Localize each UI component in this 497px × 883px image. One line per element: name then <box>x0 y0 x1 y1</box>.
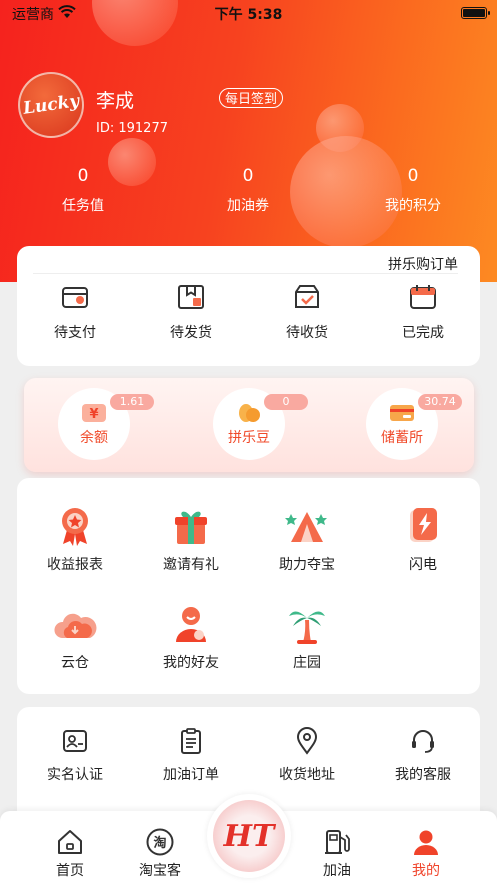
tool-label: 云仓 <box>61 655 89 671</box>
tab-label: 淘宝客 <box>139 863 181 879</box>
person-icon <box>414 830 438 855</box>
stat-value: 0 <box>77 166 89 186</box>
tool-invite-gift[interactable]: 邀请有礼 <box>133 504 249 574</box>
service-fuel-orders[interactable]: 加油订单 <box>133 727 249 784</box>
friends-icon <box>176 607 206 642</box>
clipboard-icon <box>181 728 201 754</box>
tool-label: 助力夺宝 <box>279 557 335 573</box>
tool-earnings-report[interactable]: 收益报表 <box>17 504 133 574</box>
stat-label: 我的积分 <box>385 198 441 214</box>
tab-fuel[interactable]: 加油 <box>297 827 377 880</box>
wallet-card-icon <box>62 287 88 308</box>
service-label: 加油订单 <box>163 767 219 783</box>
wallet-label: 余额 <box>80 430 108 446</box>
lightning-icon <box>410 508 437 542</box>
stat-label: 任务值 <box>62 198 104 214</box>
service-label: 收货地址 <box>279 767 335 783</box>
order-completed[interactable]: 已完成 <box>365 282 481 342</box>
tool-my-friends[interactable]: 我的好友 <box>133 602 249 672</box>
palm-tree-icon <box>289 611 325 644</box>
center-logo-badge: HT <box>213 800 285 872</box>
order-label: 已完成 <box>402 325 444 341</box>
stat-points[interactable]: 0 我的积分 <box>358 166 468 215</box>
wallet-card: ¥ 余额 1.61 拼乐豆 0 储蓄所 30.74 <box>24 378 474 472</box>
wallet-label: 拼乐豆 <box>228 430 270 446</box>
tool-label: 闪电 <box>409 557 437 573</box>
wallet-label: 储蓄所 <box>381 430 423 446</box>
avatar[interactable]: Lucky <box>18 72 84 138</box>
calendar-done-icon <box>410 285 436 309</box>
wallet-badge: 0 <box>264 394 308 410</box>
tool-lightning[interactable]: 闪电 <box>365 504 481 574</box>
stat-fuel-coupon[interactable]: 0 加油券 <box>193 166 303 215</box>
stat-label: 加油券 <box>227 198 269 214</box>
divider <box>33 273 458 274</box>
tab-home[interactable]: 首页 <box>30 827 110 880</box>
tab-mine[interactable]: 我的 <box>386 827 466 880</box>
user-id: ID: 191277 <box>96 121 168 136</box>
tools-card: 收益报表 邀请有礼 助力夺宝 闪电 云仓 我的好友 庄园 <box>17 478 480 694</box>
tool-label: 我的好友 <box>163 655 219 671</box>
stat-value: 0 <box>407 166 419 186</box>
taobao-glyph: 淘 <box>153 835 166 851</box>
location-pin-icon <box>296 727 318 755</box>
tab-label: 我的 <box>412 863 440 879</box>
service-address[interactable]: 收货地址 <box>249 727 365 784</box>
order-label: 待支付 <box>54 325 96 341</box>
headset-icon <box>412 730 434 753</box>
service-label: 实名认证 <box>47 767 103 783</box>
battery-icon <box>461 7 490 19</box>
bean-icon <box>239 404 260 422</box>
daily-signin-button[interactable]: 每日签到 <box>219 88 284 108</box>
tool-treasure-hunt[interactable]: 助力夺宝 <box>249 504 365 574</box>
cloud-warehouse-icon <box>54 613 97 638</box>
tent-icon <box>285 512 327 542</box>
order-pending-receipt[interactable]: 待收货 <box>249 282 365 342</box>
service-verification[interactable]: 实名认证 <box>17 727 133 784</box>
tab-taobao[interactable]: 淘 淘宝客 <box>120 827 200 880</box>
medal-icon <box>62 508 88 546</box>
service-label: 我的客服 <box>395 767 451 783</box>
savings-card-icon <box>390 405 414 421</box>
order-label: 待收货 <box>286 325 328 341</box>
taobao-icon: 淘 <box>146 828 174 856</box>
center-logo-text: HT <box>223 818 275 854</box>
svg-text:¥: ¥ <box>89 407 98 422</box>
tab-label: 首页 <box>56 863 84 879</box>
fuel-pump-icon <box>325 830 350 854</box>
tool-cloud-warehouse[interactable]: 云仓 <box>17 602 133 672</box>
balance-icon: ¥ <box>82 404 106 422</box>
avatar-logo-text: Lucky <box>21 91 81 119</box>
tool-label: 邀请有礼 <box>163 557 219 573</box>
order-pending-shipment[interactable]: 待发货 <box>133 282 249 342</box>
home-icon <box>58 830 82 854</box>
status-bar: 运营商 下午 5:38 <box>0 0 497 26</box>
profile-header <box>0 0 497 282</box>
wallet-badge: 30.74 <box>418 394 462 410</box>
orders-card: 拼乐购订单 待支付 待发货 待收货 已完成 <box>17 246 480 366</box>
stat-value: 0 <box>242 166 254 186</box>
tool-label: 收益报表 <box>47 557 103 573</box>
order-label: 待发货 <box>170 325 212 341</box>
wallet-badge: 1.61 <box>110 394 154 410</box>
gift-icon <box>175 511 207 544</box>
delivery-box-icon <box>295 285 319 308</box>
id-card-icon <box>63 730 87 752</box>
package-box-icon <box>178 285 204 309</box>
tool-manor[interactable]: 庄园 <box>249 602 365 672</box>
tool-label: 庄园 <box>293 655 321 671</box>
all-orders-link[interactable]: 拼乐购订单 <box>388 254 458 274</box>
order-pending-payment[interactable]: 待支付 <box>17 282 133 342</box>
stat-task-value[interactable]: 0 任务值 <box>28 166 138 215</box>
clock: 下午 5:38 <box>214 7 283 23</box>
tab-center-logo[interactable]: HT <box>207 794 291 878</box>
service-customer-support[interactable]: 我的客服 <box>365 727 481 784</box>
tab-label: 加油 <box>323 863 351 879</box>
user-name: 李成 <box>96 90 135 112</box>
